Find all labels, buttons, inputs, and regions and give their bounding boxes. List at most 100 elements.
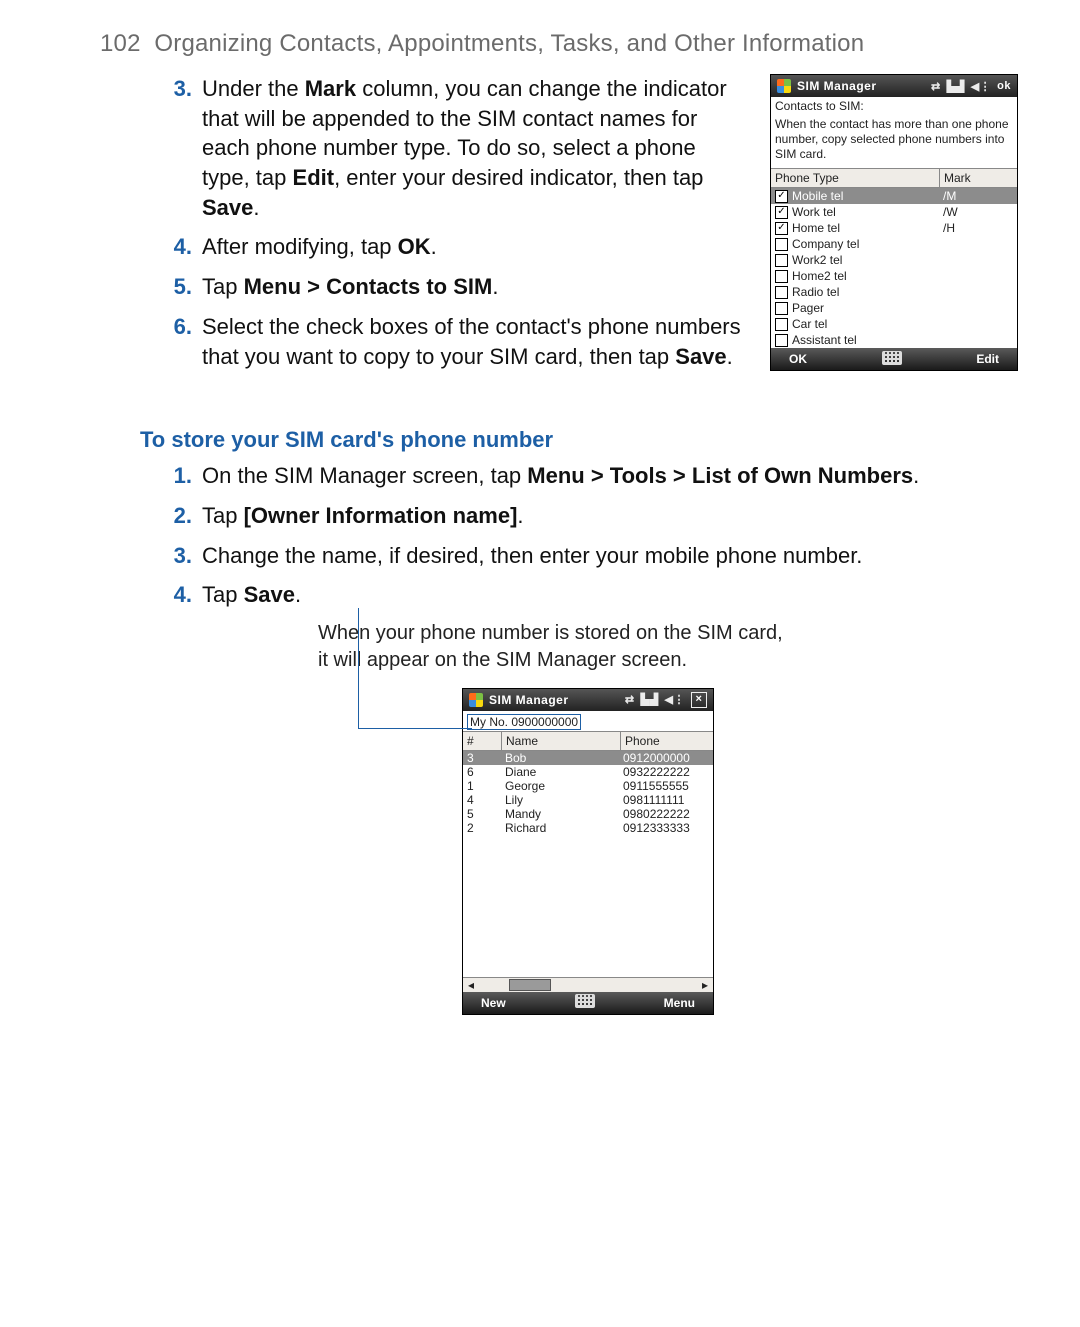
app-title: SIM Manager <box>489 693 569 707</box>
checkbox[interactable]: ✓ <box>775 222 788 235</box>
step-text: On the SIM Manager screen, tap Menu > To… <box>202 461 919 491</box>
contact-row[interactable]: 4Lily0981111111 <box>463 793 713 807</box>
instruction-list-1: 3.Under the Mark column, you can change … <box>170 74 746 371</box>
horizontal-scrollbar[interactable]: ◂ ▸ <box>463 977 713 992</box>
checkbox[interactable] <box>775 286 788 299</box>
col-header-index: # <box>463 732 502 750</box>
step-number: 3. <box>170 74 192 222</box>
page-header: 102 Organizing Contacts, Appointments, T… <box>100 30 1020 58</box>
col-header-name: Name <box>502 732 621 750</box>
list-item: 2.Tap [Owner Information name]. <box>170 501 1020 531</box>
phone-type-row[interactable]: Radio tel <box>771 284 1017 300</box>
contacts-list: 3Bob09120000006Diane09322222221George091… <box>463 751 713 977</box>
phone-type-row[interactable]: Assistant tel <box>771 332 1017 348</box>
contact-index: 4 <box>463 793 501 807</box>
checkbox[interactable]: ✓ <box>775 206 788 219</box>
phone-type-name: Home tel <box>792 221 840 235</box>
softkey-menu[interactable]: Menu <box>664 996 695 1010</box>
phone-type-mark <box>939 236 1017 252</box>
checkbox[interactable] <box>775 318 788 331</box>
device-titlebar: SIM Manager ⇄ ▙▟ ◀⋮ ok <box>771 75 1017 97</box>
contact-name: Bob <box>501 751 619 765</box>
checkbox[interactable] <box>775 334 788 347</box>
checkbox[interactable] <box>775 302 788 315</box>
checkbox[interactable]: ✓ <box>775 190 788 203</box>
list-item: 3.Under the Mark column, you can change … <box>170 74 746 222</box>
softkey-ok[interactable]: OK <box>789 352 807 366</box>
step-number: 1. <box>170 461 192 491</box>
phone-type-name: Pager <box>792 301 824 315</box>
step-number: 4. <box>170 232 192 262</box>
phone-type-row[interactable]: ✓Work tel/W <box>771 204 1017 220</box>
step-text: Tap Menu > Contacts to SIM. <box>202 272 498 302</box>
phone-type-list: ✓Mobile tel/M✓Work tel/W✓Home tel/HCompa… <box>771 188 1017 348</box>
screenshot-sim-manager-types: SIM Manager ⇄ ▙▟ ◀⋮ ok Contacts to SIM: … <box>770 74 1018 371</box>
keyboard-icon[interactable] <box>575 994 595 1008</box>
list-item: 3.Change the name, if desired, then ente… <box>170 541 1020 571</box>
windows-flag-icon <box>777 79 791 93</box>
ok-button[interactable]: ok <box>997 80 1011 92</box>
callout: SIM Manager ⇄ ▙▟ ◀⋮ × My No. 0900000000 … <box>100 688 1020 1015</box>
phone-type-mark <box>939 332 1017 348</box>
step-number: 3. <box>170 541 192 571</box>
step-text: Tap Save. <box>202 580 301 610</box>
phone-type-name: Company tel <box>792 237 859 251</box>
contact-phone: 0911555555 <box>619 779 713 793</box>
contact-phone: 0980222222 <box>619 807 713 821</box>
phone-type-row[interactable]: Pager <box>771 300 1017 316</box>
contact-row[interactable]: 2Richard0912333333 <box>463 821 713 835</box>
phone-type-name: Mobile tel <box>792 189 843 203</box>
my-number-field[interactable]: My No. 0900000000 <box>467 714 581 730</box>
list-item: 4.Tap Save. <box>170 580 1020 610</box>
phone-type-row[interactable]: Home2 tel <box>771 268 1017 284</box>
step-text: Under the Mark column, you can change th… <box>202 74 746 222</box>
contact-row[interactable]: 5Mandy0980222222 <box>463 807 713 821</box>
phone-type-mark: /W <box>939 204 1017 220</box>
contact-phone: 0912333333 <box>619 821 713 835</box>
keyboard-icon[interactable] <box>882 351 902 365</box>
phone-type-mark <box>939 316 1017 332</box>
close-icon[interactable]: × <box>691 692 707 708</box>
checkbox[interactable] <box>775 254 788 267</box>
device-titlebar: SIM Manager ⇄ ▙▟ ◀⋮ × <box>463 689 713 711</box>
contact-index: 3 <box>463 751 501 765</box>
softkey-edit[interactable]: Edit <box>976 352 999 366</box>
phone-type-mark <box>939 268 1017 284</box>
scroll-thumb[interactable] <box>509 979 551 991</box>
checkbox[interactable] <box>775 270 788 283</box>
scroll-right-icon[interactable]: ▸ <box>697 978 713 992</box>
phone-type-row[interactable]: ✓Mobile tel/M <box>771 188 1017 204</box>
contact-name: George <box>501 779 619 793</box>
phone-type-header: Phone Type Mark <box>771 168 1017 188</box>
sync-icon: ⇄ <box>931 80 941 93</box>
contact-index: 6 <box>463 765 501 779</box>
step-text: Select the check boxes of the contact's … <box>202 312 746 371</box>
phone-type-row[interactable]: Company tel <box>771 236 1017 252</box>
contact-row[interactable]: 6Diane0932222222 <box>463 765 713 779</box>
list-item: 1. On the SIM Manager screen, tap Menu > … <box>170 461 1020 491</box>
scroll-left-icon[interactable]: ◂ <box>463 978 479 992</box>
my-number-line: My No. 0900000000 <box>463 711 713 731</box>
sound-icon: ◀⋮ <box>665 693 685 706</box>
phone-type-name: Assistant tel <box>792 333 857 347</box>
app-title: SIM Manager <box>797 79 877 93</box>
device-softbar: New Menu <box>463 992 713 1014</box>
col-header-mark: Mark <box>940 169 1017 187</box>
contact-row[interactable]: 1George0911555555 <box>463 779 713 793</box>
sound-icon: ◀⋮ <box>971 80 991 93</box>
phone-type-mark <box>939 300 1017 316</box>
screenshot-sim-manager-contacts: SIM Manager ⇄ ▙▟ ◀⋮ × My No. 0900000000 … <box>462 688 714 1015</box>
phone-type-row[interactable]: ✓ Home tel/H <box>771 220 1017 236</box>
list-item: 5.Tap Menu > Contacts to SIM. <box>170 272 746 302</box>
step-number: 2. <box>170 501 192 531</box>
softkey-new[interactable]: New <box>481 996 506 1010</box>
document-page: 102 Organizing Contacts, Appointments, T… <box>0 0 1080 1095</box>
phone-type-mark: /H <box>939 220 1017 236</box>
contact-row[interactable]: 3Bob0912000000 <box>463 751 713 765</box>
contact-name: Diane <box>501 765 619 779</box>
phone-type-row[interactable]: Work2 tel <box>771 252 1017 268</box>
phone-type-row[interactable]: Car tel <box>771 316 1017 332</box>
contact-name: Lily <box>501 793 619 807</box>
sync-icon: ⇄ <box>625 693 635 706</box>
checkbox[interactable] <box>775 238 788 251</box>
